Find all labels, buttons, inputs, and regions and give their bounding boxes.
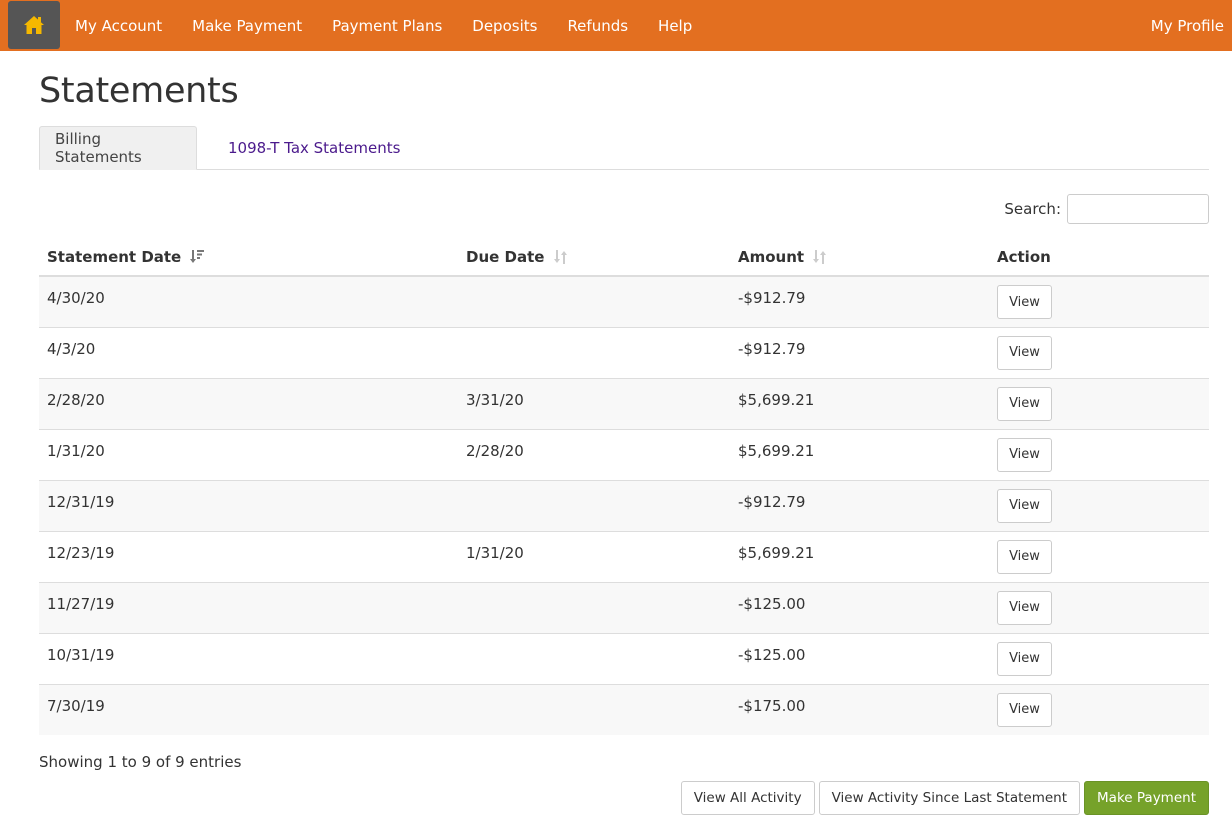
action-cell: View	[989, 530, 1209, 582]
column-header-due-date[interactable]: Due Date	[458, 239, 730, 277]
table-header-row: Statement Date Due Date Amount Action	[39, 239, 1209, 277]
amount-cell: -$175.00	[730, 683, 989, 735]
statement-date-cell: 2/28/20	[39, 377, 458, 429]
action-cell: View	[989, 377, 1209, 429]
due-date-cell	[458, 479, 730, 531]
amount-cell: $5,699.21	[730, 377, 989, 429]
bottom-actions: View All Activity View Activity Since La…	[680, 781, 1209, 815]
page-title: Statements	[39, 71, 239, 111]
table-body: 4/30/20 -$912.79 View 4/3/20 -$912.79 View 2/2…	[39, 276, 1209, 735]
amount-cell: -$125.00	[730, 581, 989, 633]
home-button[interactable]	[8, 1, 60, 49]
statement-date-cell: 1/31/20	[39, 428, 458, 480]
table-row: 11/27/19 -$125.00 View	[39, 581, 1209, 633]
column-header-amount[interactable]: Amount	[730, 239, 989, 277]
view-statement-button[interactable]: View	[997, 539, 1052, 574]
amount-cell: -$125.00	[730, 632, 989, 684]
tab-billing-statements[interactable]: Billing Statements	[39, 126, 197, 170]
column-header-statement-date[interactable]: Statement Date	[39, 239, 458, 277]
view-statement-button[interactable]: View	[997, 590, 1052, 625]
nav-deposits[interactable]: Deposits	[457, 0, 552, 51]
sort-both-icon	[553, 250, 567, 264]
due-date-cell	[458, 632, 730, 684]
statement-date-cell: 10/31/19	[39, 632, 458, 684]
due-date-cell	[458, 683, 730, 735]
tab-1098t-tax-statements[interactable]: 1098-T Tax Statements	[213, 126, 415, 170]
view-activity-since-last-statement-button[interactable]: View Activity Since Last Statement	[818, 781, 1081, 815]
statement-date-cell: 11/27/19	[39, 581, 458, 633]
table-row: 12/23/19 1/31/20 $5,699.21 View	[39, 530, 1209, 582]
column-header-action: Action	[989, 239, 1209, 277]
search-label: Search:	[1004, 200, 1061, 218]
view-statement-button[interactable]: View	[997, 386, 1052, 421]
statements-table: Statement Date Due Date Amount Action 4/…	[39, 239, 1209, 735]
view-statement-button[interactable]: View	[997, 285, 1052, 319]
search-filter: Search:	[1004, 194, 1209, 224]
view-statement-button[interactable]: View	[997, 641, 1052, 676]
table-row: 7/30/19 -$175.00 View	[39, 683, 1209, 735]
due-date-cell: 3/31/20	[458, 377, 730, 429]
nav-help[interactable]: Help	[643, 0, 707, 51]
nav-make-payment[interactable]: Make Payment	[177, 0, 317, 51]
due-date-cell	[458, 581, 730, 633]
action-cell: View	[989, 276, 1209, 327]
due-date-cell	[458, 326, 730, 378]
table-row: 12/31/19 -$912.79 View	[39, 479, 1209, 531]
amount-cell: -$912.79	[730, 479, 989, 531]
statement-date-cell: 4/3/20	[39, 326, 458, 378]
action-cell: View	[989, 326, 1209, 378]
table-row: 2/28/20 3/31/20 $5,699.21 View	[39, 377, 1209, 429]
action-cell: View	[989, 683, 1209, 735]
amount-cell: -$912.79	[730, 276, 989, 327]
amount-cell: $5,699.21	[730, 428, 989, 480]
view-statement-button[interactable]: View	[997, 437, 1052, 472]
table-info: Showing 1 to 9 of 9 entries	[39, 753, 242, 771]
column-label: Amount	[738, 248, 805, 266]
due-date-cell: 2/28/20	[458, 428, 730, 480]
action-cell: View	[989, 428, 1209, 480]
statement-date-cell: 4/30/20	[39, 276, 458, 327]
due-date-cell: 1/31/20	[458, 530, 730, 582]
nav-refunds[interactable]: Refunds	[552, 0, 643, 51]
statement-tabs: Billing Statements 1098-T Tax Statements	[39, 126, 1209, 170]
home-icon	[24, 16, 44, 34]
nav-my-profile[interactable]: My Profile	[1151, 17, 1224, 35]
top-navigation-bar: My Account Make Payment Payment Plans De…	[0, 0, 1232, 51]
statement-date-cell: 12/23/19	[39, 530, 458, 582]
statement-date-cell: 12/31/19	[39, 479, 458, 531]
view-statement-button[interactable]: View	[997, 488, 1052, 523]
table-row: 10/31/19 -$125.00 View	[39, 632, 1209, 684]
action-cell: View	[989, 632, 1209, 684]
statement-date-cell: 7/30/19	[39, 683, 458, 735]
amount-cell: -$912.79	[730, 326, 989, 378]
make-payment-button[interactable]: Make Payment	[1084, 781, 1209, 815]
column-label: Due Date	[466, 248, 545, 266]
amount-cell: $5,699.21	[730, 530, 989, 582]
sort-descending-icon	[190, 250, 205, 263]
nav-my-account[interactable]: My Account	[60, 0, 177, 51]
action-cell: View	[989, 581, 1209, 633]
nav-payment-plans[interactable]: Payment Plans	[317, 0, 457, 51]
search-input[interactable]	[1067, 194, 1209, 224]
table-row: 4/3/20 -$912.79 View	[39, 326, 1209, 378]
view-statement-button[interactable]: View	[997, 335, 1052, 370]
table-row: 1/31/20 2/28/20 $5,699.21 View	[39, 428, 1209, 480]
sort-both-icon	[813, 250, 827, 264]
due-date-cell	[458, 276, 730, 327]
view-statement-button[interactable]: View	[997, 692, 1052, 727]
view-all-activity-button[interactable]: View All Activity	[680, 781, 815, 815]
table-row: 4/30/20 -$912.79 View	[39, 276, 1209, 327]
column-label: Statement Date	[47, 248, 182, 266]
action-cell: View	[989, 479, 1209, 531]
